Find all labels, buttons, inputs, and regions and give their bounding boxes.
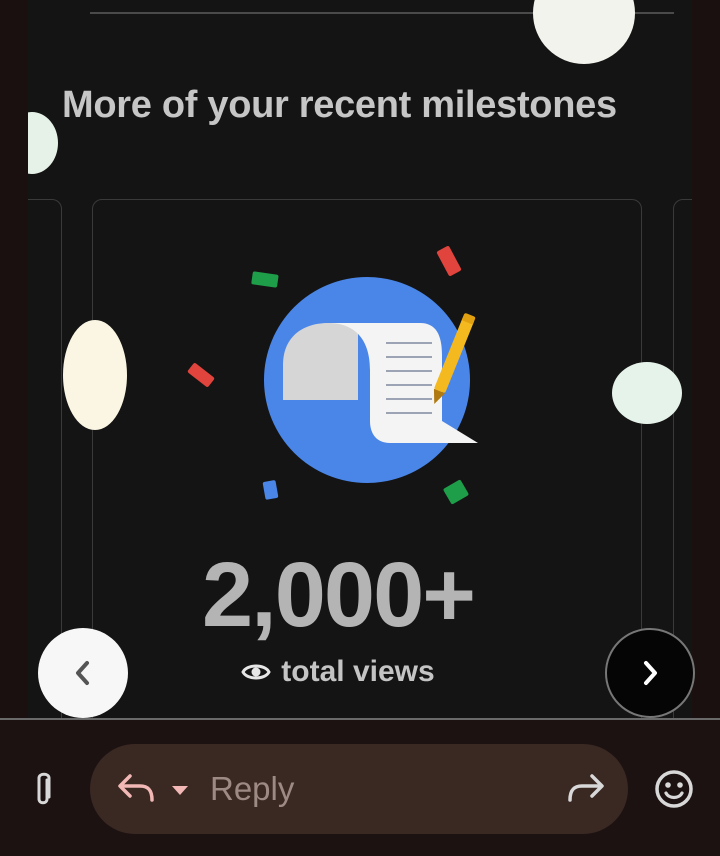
decorative-circle (612, 362, 682, 424)
confetti-green (251, 271, 279, 288)
decorative-circle (533, 0, 635, 64)
milestone-value: 2,000+ (202, 544, 476, 646)
confetti-blue (262, 480, 279, 500)
milestone-label: total views (281, 655, 435, 688)
carousel-prev-button[interactable] (38, 628, 128, 718)
chevron-right-icon (644, 661, 657, 685)
caret-down-icon[interactable] (170, 784, 190, 796)
milestone-label-row: total views (64, 655, 612, 689)
confetti-red (436, 246, 462, 276)
chevron-left-icon (76, 661, 89, 685)
eye-icon (241, 664, 271, 680)
section-title: More of your recent milestones (62, 84, 617, 126)
carousel-next-button[interactable] (605, 628, 695, 718)
paperclip-icon[interactable] (26, 768, 62, 808)
reply-icon[interactable] (116, 770, 156, 806)
confetti-green (443, 479, 469, 505)
reply-placeholder[interactable]: Reply (210, 770, 294, 808)
emoji-icon[interactable] (653, 768, 695, 810)
forward-icon[interactable] (566, 770, 606, 806)
document-with-pencil-icon (187, 246, 478, 505)
confetti-red (187, 363, 215, 387)
decorative-circle (28, 112, 58, 174)
